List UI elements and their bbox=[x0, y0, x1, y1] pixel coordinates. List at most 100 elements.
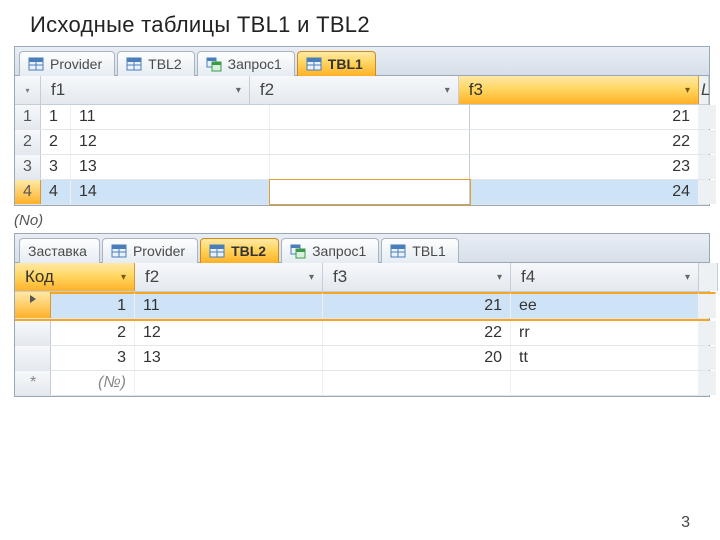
row-header[interactable]: 2 bbox=[15, 130, 41, 154]
row-header[interactable]: 3 bbox=[15, 155, 41, 179]
row-header[interactable] bbox=[15, 321, 51, 345]
dropdown-icon: ▾ bbox=[25, 86, 29, 95]
cell-f2[interactable]: 13 bbox=[71, 155, 270, 179]
table-row[interactable]: 3 13 20 tt bbox=[15, 346, 709, 371]
table-row[interactable]: 3 3 13 23 bbox=[15, 155, 709, 180]
tbl2-tabbar: Заставка Provider TBL2 Запрос1 TBL1 bbox=[15, 234, 709, 263]
cell-edge bbox=[699, 321, 716, 345]
cell-f2-pad bbox=[270, 155, 469, 179]
cell-f1[interactable]: 1 bbox=[41, 105, 71, 129]
dropdown-icon[interactable]: ▾ bbox=[685, 85, 690, 96]
tab-tbl1[interactable]: TBL1 bbox=[297, 51, 376, 76]
cell-f1[interactable]: 2 bbox=[41, 130, 71, 154]
cell-f3[interactable]: 22 bbox=[470, 130, 699, 154]
column-label: f3 bbox=[469, 80, 483, 100]
row-header[interactable]: 4 bbox=[15, 180, 41, 204]
cell-f4[interactable] bbox=[511, 371, 699, 395]
column-header-f4[interactable]: f4 ▾ bbox=[511, 263, 699, 291]
tbl2-column-headers: Код ▾ f2 ▾ f3 ▾ f4 ▾ bbox=[15, 263, 709, 292]
tab-zastavka[interactable]: Заставка bbox=[19, 238, 100, 263]
table-row[interactable]: 4 4 14 24 bbox=[15, 180, 709, 205]
table-row[interactable]: 1 1 11 21 bbox=[15, 105, 709, 130]
cell-f2[interactable]: 12 bbox=[135, 321, 323, 345]
new-row-marker: (No) bbox=[0, 208, 720, 231]
column-header-kod[interactable]: Код ▾ bbox=[15, 263, 135, 291]
cell-f3[interactable]: 21 bbox=[323, 292, 511, 318]
column-label: f2 bbox=[260, 80, 274, 100]
column-header-f2[interactable]: f2 ▾ bbox=[135, 263, 323, 291]
cell-kod[interactable]: (№) bbox=[51, 371, 135, 395]
column-header-f3[interactable]: f3 ▾ bbox=[459, 76, 699, 104]
row-header[interactable] bbox=[15, 292, 51, 318]
dropdown-icon[interactable]: ▾ bbox=[236, 85, 241, 96]
cell-f4[interactable]: rr bbox=[511, 321, 699, 345]
dropdown-icon[interactable]: ▾ bbox=[121, 272, 126, 283]
tab-query1[interactable]: Запрос1 bbox=[281, 238, 379, 263]
tab-query1[interactable]: Запрос1 bbox=[197, 51, 295, 76]
cell-f1[interactable]: 4 bbox=[41, 180, 71, 204]
tab-tbl1[interactable]: TBL1 bbox=[381, 238, 458, 263]
table-row[interactable]: 1 11 21 ee bbox=[15, 292, 709, 319]
dropdown-icon[interactable]: ▾ bbox=[497, 272, 502, 283]
tab-tbl2[interactable]: TBL2 bbox=[117, 51, 194, 76]
column-header-extra bbox=[699, 263, 718, 291]
column-label: f4 bbox=[521, 267, 535, 287]
cell-f3[interactable]: 22 bbox=[323, 321, 511, 345]
tab-provider[interactable]: Provider bbox=[102, 238, 198, 263]
cell-f2[interactable] bbox=[135, 371, 323, 395]
cell-f2[interactable]: 11 bbox=[135, 292, 323, 318]
dropdown-icon[interactable]: ▾ bbox=[445, 85, 450, 96]
tab-label: Запрос1 bbox=[312, 243, 366, 259]
cell-f2-pad bbox=[270, 130, 469, 154]
column-header-f3[interactable]: f3 ▾ bbox=[323, 263, 511, 291]
tab-label: TBL1 bbox=[412, 243, 445, 259]
dropdown-icon[interactable]: ▾ bbox=[309, 272, 314, 283]
cell-f3[interactable]: 21 bbox=[470, 105, 699, 129]
cell-f3[interactable]: 20 bbox=[323, 346, 511, 370]
cell-f2-pad bbox=[270, 105, 469, 129]
table-row[interactable]: 2 2 12 22 bbox=[15, 130, 709, 155]
cell-edge bbox=[699, 180, 716, 204]
column-label: f1 bbox=[51, 80, 65, 100]
cell-f2[interactable]: 13 bbox=[135, 346, 323, 370]
row-header[interactable]: 1 bbox=[15, 105, 41, 129]
query-icon bbox=[206, 56, 222, 72]
cell-kod[interactable]: 2 bbox=[51, 321, 135, 345]
dropdown-icon[interactable]: ▾ bbox=[685, 272, 690, 283]
select-all-handle[interactable]: ▾ bbox=[15, 76, 41, 104]
query-icon bbox=[290, 243, 306, 259]
cell-edge bbox=[699, 371, 716, 395]
table-icon bbox=[306, 56, 322, 72]
tbl1-tabbar: Provider TBL2 Запрос1 TBL1 bbox=[15, 47, 709, 76]
column-header-f1[interactable]: f1 ▾ bbox=[41, 76, 250, 104]
tab-label: TBL2 bbox=[231, 243, 266, 259]
tab-label: Provider bbox=[50, 56, 102, 72]
cell-kod[interactable]: 1 bbox=[51, 292, 135, 318]
cell-f1[interactable]: 3 bbox=[41, 155, 71, 179]
cell-f2[interactable]: 11 bbox=[71, 105, 270, 129]
row-header[interactable]: * bbox=[15, 371, 51, 395]
new-row[interactable]: * (№) bbox=[15, 371, 709, 396]
table-row[interactable]: 2 12 22 rr bbox=[15, 319, 709, 346]
cell-f4[interactable]: tt bbox=[511, 346, 699, 370]
tab-label: TBL1 bbox=[328, 56, 363, 72]
table-icon bbox=[28, 56, 44, 72]
page-title: Исходные таблицы TBL1 и TBL2 bbox=[0, 0, 720, 44]
cell-f3[interactable]: 24 bbox=[470, 180, 699, 204]
cell-f3[interactable]: 23 bbox=[470, 155, 699, 179]
tab-provider[interactable]: Provider bbox=[19, 51, 115, 76]
column-header-f2[interactable]: f2 ▾ bbox=[250, 76, 459, 104]
cell-f4[interactable]: ee bbox=[511, 292, 699, 318]
table-icon bbox=[126, 56, 142, 72]
cell-edge bbox=[699, 105, 716, 129]
cell-kod[interactable]: 3 bbox=[51, 346, 135, 370]
tab-tbl2[interactable]: TBL2 bbox=[200, 238, 279, 263]
tab-label: Запрос1 bbox=[228, 56, 282, 72]
current-row-icon bbox=[30, 295, 36, 303]
tbl2-panel: Заставка Provider TBL2 Запрос1 TBL1 bbox=[14, 233, 710, 397]
cell-f3[interactable] bbox=[323, 371, 511, 395]
cell-f2[interactable]: 12 bbox=[71, 130, 270, 154]
cursor-cell[interactable] bbox=[270, 180, 469, 204]
row-header[interactable] bbox=[15, 346, 51, 370]
cell-f2[interactable]: 14 bbox=[71, 180, 270, 204]
